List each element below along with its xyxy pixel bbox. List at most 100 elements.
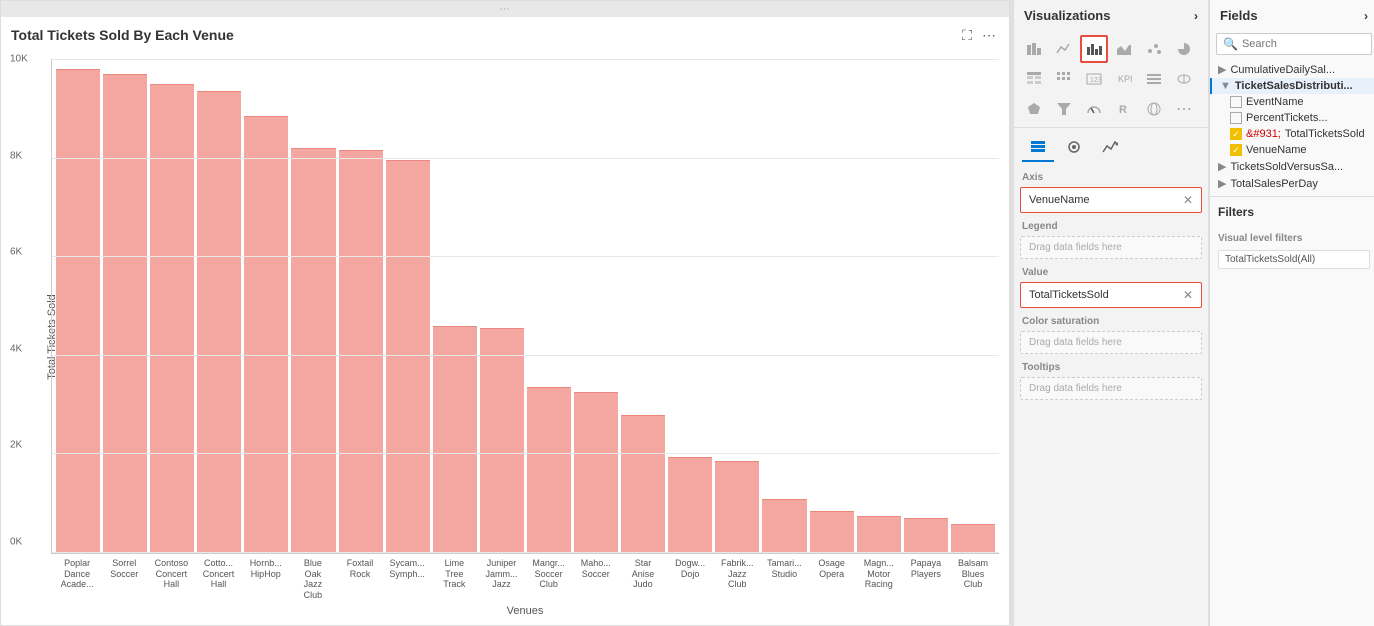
bar[interactable] [150,84,194,553]
more-options-button[interactable]: ⋯ [979,25,999,45]
bar-col[interactable] [244,59,288,553]
bar[interactable] [668,457,712,553]
color-saturation-label: Color saturation [1014,310,1208,329]
bar[interactable] [951,524,995,553]
bar-col[interactable] [904,59,948,553]
bar-col[interactable] [715,59,759,553]
viz-globe[interactable] [1140,95,1168,123]
field-sub-item[interactable]: EventName [1210,94,1374,110]
field-sub-item[interactable]: ✓&#931; TotalTicketsSold [1210,126,1374,142]
x-label-col: Juniper Jamm... Jazz [479,558,523,601]
bar[interactable] [433,326,477,553]
viz-gauge[interactable] [1080,95,1108,123]
bar[interactable] [904,518,948,553]
field-sub-item[interactable]: ✓VenueName [1210,142,1374,158]
field-checkbox[interactable]: ✓ [1230,128,1242,140]
viz-pie-chart[interactable] [1170,35,1198,63]
viz-table[interactable] [1020,65,1048,93]
field-checkbox[interactable] [1230,96,1242,108]
bar-col[interactable] [668,59,712,553]
viz-stacked-bar[interactable] [1020,35,1048,63]
bar[interactable] [527,387,571,552]
fields-search-box[interactable]: 🔍 [1216,33,1372,55]
axis-field-remove[interactable]: ✕ [1183,193,1193,207]
viz-tab-format[interactable] [1058,134,1090,162]
viz-card[interactable]: 123 [1080,65,1108,93]
viz-funnel[interactable] [1050,95,1078,123]
bar[interactable] [291,148,335,553]
field-sub-item[interactable]: PercentTickets... [1210,110,1374,126]
bar-col[interactable] [339,59,383,553]
viz-tab-analytics[interactable] [1094,134,1126,162]
bar[interactable] [810,511,854,553]
value-field-remove[interactable]: ✕ [1183,288,1193,302]
field-checkbox[interactable] [1230,112,1242,124]
field-group-item[interactable]: ▼TicketSalesDistributi... [1210,78,1374,94]
bar-col[interactable] [762,59,806,553]
viz-scatter[interactable] [1140,35,1168,63]
bar[interactable] [386,160,430,553]
table-icon: ▶ [1218,177,1226,190]
x-label-col: Balsam Blues Club [951,558,995,601]
bar[interactable] [103,74,147,553]
legend-drag-area[interactable]: Drag data fields here [1020,236,1202,259]
viz-bar-chart-selected[interactable] [1080,35,1108,63]
bar-col[interactable] [574,59,618,553]
bar[interactable] [621,415,665,553]
bar[interactable] [480,328,524,553]
viz-more[interactable]: ⋯ [1170,95,1198,123]
bar-col[interactable] [150,59,194,553]
bar[interactable] [715,461,759,552]
bar[interactable] [857,516,901,553]
bar-col[interactable] [291,59,335,553]
bar[interactable] [762,499,806,553]
viz-kpi[interactable]: KPI [1110,65,1138,93]
field-group-label: TicketsSoldVersusSa... [1230,161,1343,173]
bar-col[interactable] [527,59,571,553]
value-field-box[interactable]: TotalTicketsSold ✕ [1020,282,1202,308]
field-group-item[interactable]: ▶TicketsSoldVersusSa... [1210,158,1374,175]
bar-col[interactable] [621,59,665,553]
viz-matrix[interactable] [1050,65,1078,93]
visualizations-expand-icon[interactable]: › [1194,9,1198,23]
chart-drag-handle[interactable]: ⋯ [1,1,1009,17]
filter-item[interactable]: TotalTicketsSold(All) [1218,250,1370,269]
focus-mode-button[interactable]: ⛶ [957,25,977,45]
axis-field-box[interactable]: VenueName ✕ [1020,187,1202,213]
field-sub-label: TotalTicketsSold [1285,128,1365,140]
bar[interactable] [244,116,288,553]
bar[interactable] [197,91,241,553]
color-saturation-drag-area[interactable]: Drag data fields here [1020,331,1202,354]
viz-r-script[interactable]: R [1110,95,1138,123]
bar-col[interactable] [103,59,147,553]
bar-col[interactable] [857,59,901,553]
fields-expand-icon[interactable]: › [1364,9,1368,23]
viz-line-chart[interactable] [1050,35,1078,63]
bar-col[interactable] [951,59,995,553]
viz-slicer[interactable] [1140,65,1168,93]
bar-col[interactable] [480,59,524,553]
table-icon: ▶ [1218,63,1226,76]
x-label-col: Contoso Concert Hall [149,558,193,601]
bar-col[interactable] [197,59,241,553]
x-label-text: Dogw... Dojo [675,558,705,601]
tooltips-drag-area[interactable]: Drag data fields here [1020,377,1202,400]
x-label-text: Juniper Jamm... Jazz [485,558,517,601]
field-checkbox[interactable]: ✓ [1230,144,1242,156]
bar-col[interactable] [56,59,100,553]
viz-tab-fields[interactable] [1022,134,1054,162]
bar[interactable] [56,69,100,553]
viz-filled-map[interactable] [1020,95,1048,123]
fields-search-input[interactable] [1242,38,1365,50]
bar[interactable] [574,392,618,552]
bar-col[interactable] [433,59,477,553]
field-group-item[interactable]: ▶TotalSalesPerDay [1210,175,1374,192]
viz-map[interactable] [1170,65,1198,93]
field-group-item[interactable]: ▶CumulativeDailySal... [1210,61,1374,78]
x-label-col: Osage Opera [810,558,854,601]
chart-corner-buttons: ⛶ ⋯ [957,25,999,45]
bar[interactable] [339,150,383,552]
viz-area-chart[interactable] [1110,35,1138,63]
bar-col[interactable] [810,59,854,553]
bar-col[interactable] [386,59,430,553]
